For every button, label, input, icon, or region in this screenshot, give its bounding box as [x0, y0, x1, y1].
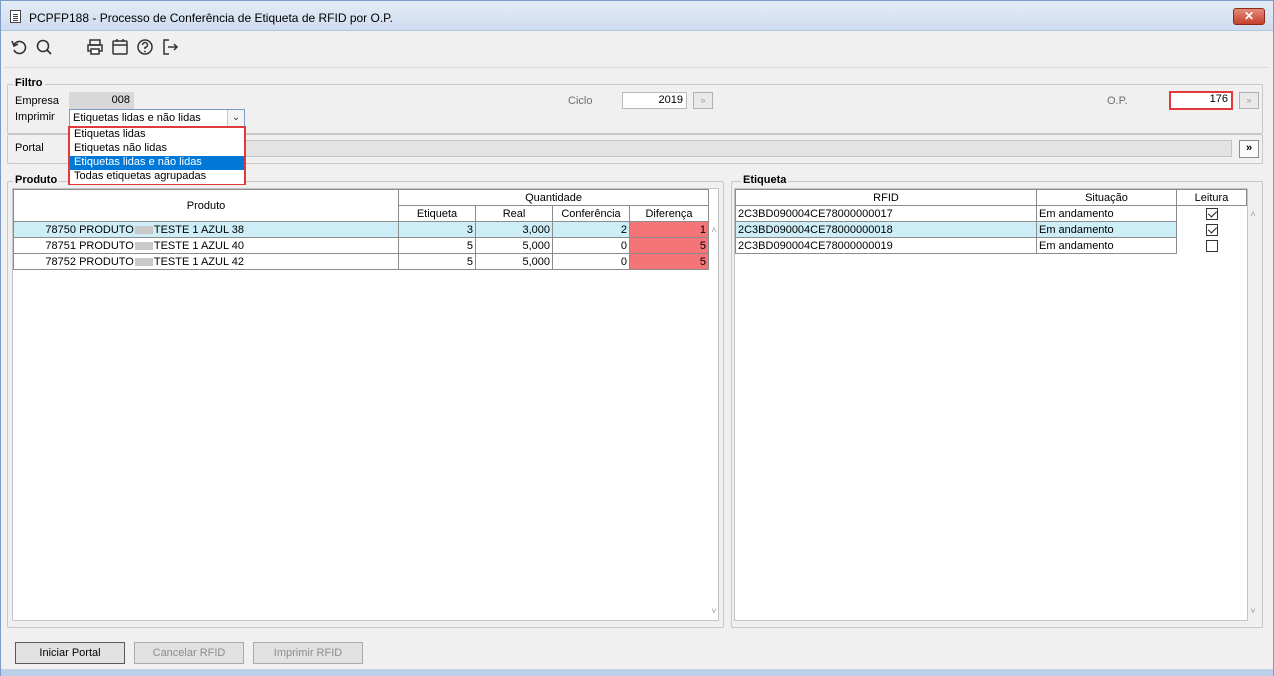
scroll-up-icon[interactable]: ˄: [1246, 209, 1260, 219]
produto-table: Produto Quantidade Etiqueta Real Conferê…: [13, 189, 710, 270]
imprimir-select[interactable]: Etiquetas lidas e não lidas ⌄: [69, 109, 245, 127]
etiqueta-grid: RFID Situação Leitura 2C3BD090004CE78000…: [734, 188, 1256, 621]
op-lookup-button[interactable]: »: [1239, 92, 1259, 109]
etiqueta-legend: Etiqueta: [741, 174, 789, 186]
col-produto[interactable]: Produto: [13, 189, 399, 222]
col-group-quantidade: Quantidade: [397, 189, 710, 206]
op-label: O.P.: [1107, 95, 1128, 107]
etiqueta-table: RFID Situação Leitura 2C3BD090004CE78000…: [735, 189, 1247, 254]
col-diferenca[interactable]: Diferença: [628, 205, 710, 222]
ciclo-label: Ciclo: [568, 95, 593, 107]
toolbar: [1, 32, 1273, 62]
table-row[interactable]: 78750 PRODUTO TESTE 1 AZUL 38 3 3,000 2 1: [13, 221, 710, 238]
imprimir-dropdown-list: Etiquetas lidas Etiquetas não lidas Etiq…: [68, 126, 246, 185]
col-rfid[interactable]: RFID: [735, 189, 1037, 206]
exit-icon[interactable]: [160, 37, 180, 57]
print-icon[interactable]: [85, 37, 105, 57]
portal-label: Portal: [15, 142, 44, 154]
ciclo-field[interactable]: 2019: [622, 92, 687, 109]
window-bottom-border: [1, 669, 1273, 676]
window-title: PCPFP188 - Processo de Conferência de Et…: [29, 11, 393, 25]
title-bar: PCPFP188 - Processo de Conferência de Et…: [1, 1, 1273, 31]
ciclo-lookup-button[interactable]: »: [693, 92, 713, 109]
leitura-checkbox[interactable]: [1205, 223, 1218, 236]
produto-legend: Produto: [13, 174, 60, 186]
calendar-icon[interactable]: [110, 37, 130, 57]
close-button[interactable]: ✕: [1233, 8, 1265, 25]
scroll-up-icon[interactable]: ˄: [707, 225, 721, 235]
imprimir-label: Imprimir: [15, 111, 55, 123]
leitura-checkbox[interactable]: [1205, 207, 1218, 220]
imprimir-selected-value: Etiquetas lidas e não lidas: [73, 112, 201, 124]
dropdown-option[interactable]: Todas etiquetas agrupadas: [70, 170, 244, 184]
search-icon[interactable]: [34, 37, 54, 57]
empresa-field: 008: [69, 92, 134, 109]
col-real[interactable]: Real: [475, 205, 553, 222]
table-row[interactable]: 78752 PRODUTO TESTE 1 AZUL 42 5 5,000 0 5: [13, 253, 710, 270]
table-row[interactable]: 2C3BD090004CE78000000018 Em andamento: [735, 221, 1247, 238]
undo-icon[interactable]: [9, 37, 29, 57]
redacted-text: [134, 225, 153, 234]
scroll-down-icon[interactable]: ˅: [1246, 606, 1260, 616]
portal-go-button[interactable]: »: [1239, 140, 1259, 158]
cancelar-rfid-button[interactable]: Cancelar RFID: [134, 642, 244, 664]
document-icon: [10, 10, 21, 23]
table-row[interactable]: 78751 PRODUTO TESTE 1 AZUL 40 5 5,000 0 5: [13, 237, 710, 254]
col-etiqueta[interactable]: Etiqueta: [398, 205, 476, 222]
col-situacao[interactable]: Situação: [1036, 189, 1177, 206]
dropdown-option[interactable]: Etiquetas lidas: [70, 128, 244, 142]
col-conferencia[interactable]: Conferência: [552, 205, 630, 222]
table-row[interactable]: 2C3BD090004CE78000000019 Em andamento: [735, 237, 1247, 254]
help-icon[interactable]: [135, 37, 155, 57]
scroll-down-icon[interactable]: ˅: [707, 606, 721, 616]
col-leitura[interactable]: Leitura: [1176, 189, 1247, 206]
imprimir-rfid-button[interactable]: Imprimir RFID: [253, 642, 363, 664]
dropdown-option[interactable]: Etiquetas não lidas: [70, 142, 244, 156]
application-window: PCPFP188 - Processo de Conferência de Et…: [0, 0, 1274, 676]
filter-legend: Filtro: [13, 77, 45, 89]
table-row[interactable]: 2C3BD090004CE78000000017 Em andamento: [735, 205, 1247, 222]
empresa-label: Empresa: [15, 95, 60, 107]
iniciar-portal-button[interactable]: Iniciar Portal: [15, 642, 125, 664]
chevron-down-icon[interactable]: ⌄: [227, 110, 244, 126]
redacted-text: [134, 257, 153, 266]
leitura-checkbox[interactable]: [1205, 239, 1218, 252]
produto-grid: Produto Quantidade Etiqueta Real Conferê…: [12, 188, 719, 621]
redacted-text: [134, 241, 153, 250]
op-field[interactable]: 176: [1169, 91, 1233, 110]
dropdown-option-selected[interactable]: Etiquetas lidas e não lidas: [70, 156, 244, 170]
toolbar-divider: [5, 67, 1269, 68]
